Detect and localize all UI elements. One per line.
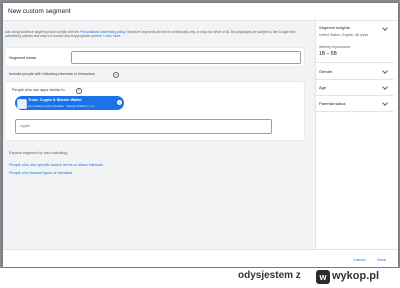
gender-row[interactable]: Gender — [319, 69, 332, 74]
dialog-title: New custom segment — [8, 8, 71, 15]
divider — [314, 62, 394, 63]
divider — [314, 95, 394, 96]
age-row[interactable]: Age — [319, 85, 326, 90]
app-chip-subtitle: com.wallet.crypto.trustapp · Sleeps Plat… — [28, 103, 96, 108]
save-button[interactable]: Save — [377, 257, 386, 262]
search-terms-link[interactable]: People who use specific search terms or … — [9, 163, 103, 167]
app-icon — [17, 99, 27, 109]
watermark-user: odysjestem z — [238, 270, 301, 281]
app-search-input[interactable] — [15, 119, 272, 134]
dialog-footer — [3, 249, 398, 267]
segment-name-input[interactable] — [71, 51, 301, 64]
expand-label: Expand segment by also including: — [9, 151, 68, 155]
segment-name-label: Segment name — [9, 55, 37, 60]
divider — [314, 111, 394, 112]
segment-insights-title: Segment insights — [319, 25, 350, 30]
help-icon[interactable]: ? — [113, 72, 119, 78]
watermark-site: wykop.pl — [332, 270, 380, 282]
websites-link[interactable]: People who browse types of websites — [9, 171, 72, 175]
wykop-logo-icon: w — [316, 270, 330, 284]
insights-subtitle: United States, English, All types — [319, 33, 369, 37]
reach-value: 1B – 5B — [319, 51, 337, 57]
learn-more-link[interactable]: Learn more — [103, 34, 120, 38]
policy-notice: Ads using audience targeting must comply… — [5, 30, 305, 39]
dialog-header: New custom segment — [3, 3, 398, 21]
include-label: Include people with following interests … — [9, 72, 95, 76]
divider — [314, 79, 394, 80]
app-chip-title: Trust: Crypto & Bitcoin Wallet — [28, 98, 82, 102]
apps-similar-label: People who use apps similar to — [12, 88, 65, 92]
close-icon[interactable]: × — [117, 100, 122, 105]
cancel-button[interactable]: Cancel — [353, 257, 365, 262]
reach-label: Weekly impressions — [319, 45, 351, 49]
parental-status-row[interactable]: Parental status — [319, 101, 346, 106]
apps-help-icon[interactable]: ? — [76, 88, 82, 94]
app-search-value: crypto — [20, 124, 30, 128]
